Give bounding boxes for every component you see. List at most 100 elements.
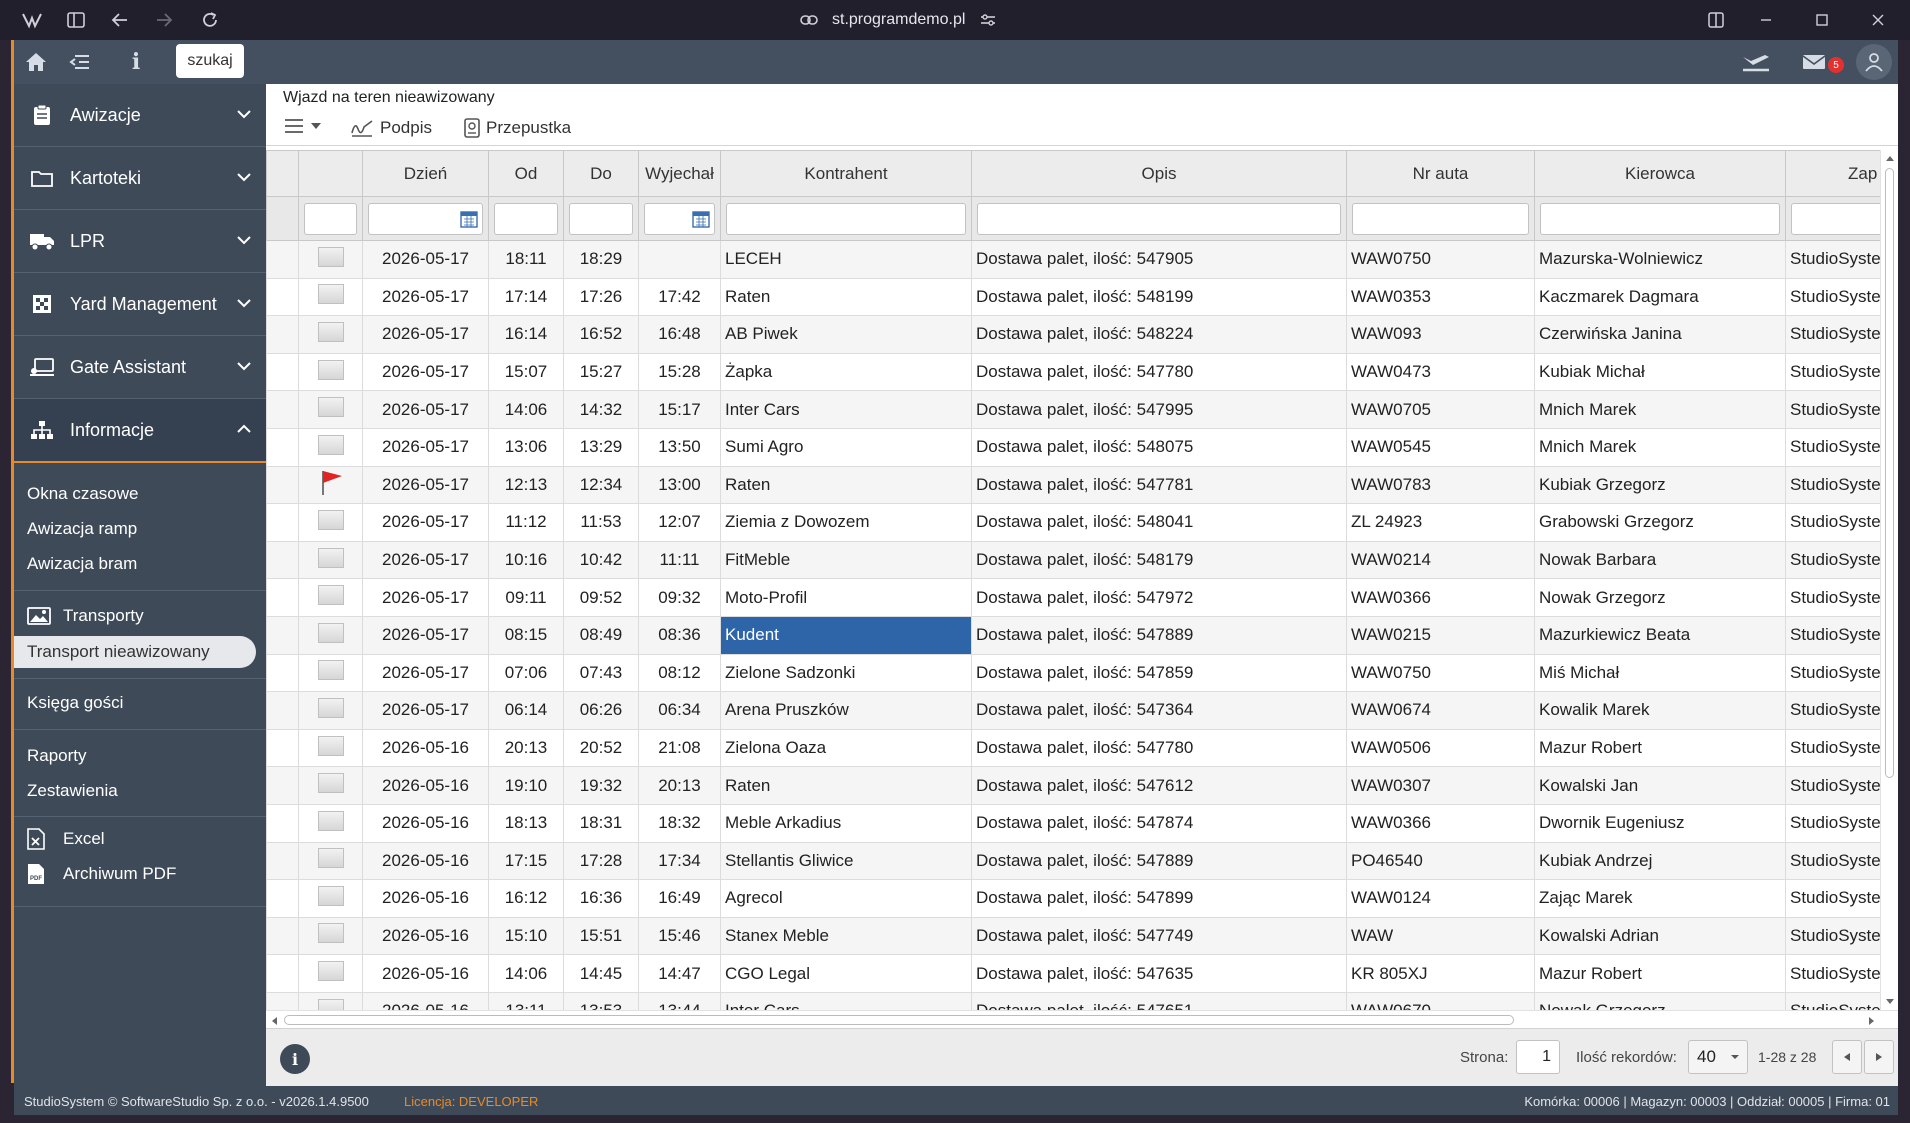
- filter-opis-input[interactable]: [977, 202, 1341, 235]
- cell-od[interactable]: 17:15: [488, 841, 564, 881]
- row-marker[interactable]: [317, 961, 344, 982]
- cell-wyjechal[interactable]: [638, 240, 721, 279]
- cell-dzien[interactable]: 2026-05-16: [362, 728, 489, 768]
- cell-dzien[interactable]: 2026-05-17: [362, 315, 489, 354]
- cell-od[interactable]: 15:10: [488, 916, 564, 956]
- calendar-icon[interactable]: [692, 210, 710, 228]
- scroll-left-icon[interactable]: [270, 1016, 278, 1026]
- cell-wyjechal[interactable]: 11:11: [638, 540, 721, 580]
- cell-do[interactable]: 11:53: [563, 503, 639, 542]
- sidebar-item-zestawienia[interactable]: Zestawienia: [27, 781, 118, 801]
- cell-do[interactable]: 14:45: [563, 954, 639, 993]
- cell-wyjechal[interactable]: 21:08: [638, 728, 721, 768]
- cell-dzien[interactable]: 2026-05-17: [362, 240, 489, 279]
- cell-flag[interactable]: [298, 653, 363, 693]
- cell-flag[interactable]: [298, 916, 363, 956]
- cell-zap[interactable]: StudioSystem: [1785, 315, 1880, 354]
- sidebar-item-ksiega-gosci[interactable]: Księga gości: [27, 693, 123, 713]
- row-marker[interactable]: [317, 773, 344, 794]
- cell-kontrahent[interactable]: FitMeble: [720, 540, 972, 580]
- filter-kontrahent-input[interactable]: [726, 202, 966, 235]
- cell-zap[interactable]: StudioSystem: [1785, 427, 1880, 467]
- przepustka-button[interactable]: Przepustka: [464, 118, 571, 138]
- table-row[interactable]: 2026-05-16 17:15 17:28 17:34 Stellantis Gliw…: [266, 841, 1880, 881]
- cell-nr-auta[interactable]: WAW0750: [1346, 653, 1535, 693]
- cell-wyjechal[interactable]: 06:34: [638, 691, 721, 730]
- minimize-icon[interactable]: [1752, 0, 1780, 40]
- cell-opis[interactable]: Dostawa palet, ilość: 547780: [971, 352, 1347, 392]
- cell-flag[interactable]: [298, 427, 363, 467]
- cell-kierowca[interactable]: Mazurkiewicz Beata: [1534, 615, 1786, 655]
- table-row[interactable]: 2026-05-16 15:10 15:51 15:46 Stanex Meble Dos…: [266, 916, 1880, 956]
- filter-nr-auta-input[interactable]: [1352, 202, 1529, 235]
- column-header-kierowca[interactable]: Kierowca: [1534, 150, 1786, 197]
- cell-od[interactable]: 18:11: [488, 240, 564, 279]
- close-window-icon[interactable]: [1864, 0, 1892, 40]
- cell-zap[interactable]: StudioSystem: [1785, 841, 1880, 881]
- cell-flag[interactable]: [298, 503, 363, 542]
- cell-dzien[interactable]: 2026-05-17: [362, 390, 489, 429]
- cell-dzien[interactable]: 2026-05-17: [362, 653, 489, 693]
- cell-do[interactable]: 20:52: [563, 728, 639, 768]
- address-bar[interactable]: st.programdemo.pl: [800, 6, 1040, 34]
- table-row[interactable]: 2026-05-16 16:12 16:36 16:49 Agrecol Dostawa …: [266, 879, 1880, 918]
- sidebar-item-awizacja-bram[interactable]: Awizacja bram: [27, 554, 137, 574]
- cell-flag[interactable]: [298, 841, 363, 881]
- cell-od[interactable]: 14:06: [488, 954, 564, 993]
- cell-wyjechal[interactable]: 18:32: [638, 803, 721, 843]
- sidebar-item-raporty[interactable]: Raporty: [27, 746, 87, 766]
- column-header-flag[interactable]: [298, 150, 363, 197]
- cell-zap[interactable]: StudioSystem: [1785, 691, 1880, 730]
- cell-dzien[interactable]: 2026-05-16: [362, 916, 489, 956]
- cell-nr-auta[interactable]: WAW0353: [1346, 277, 1535, 317]
- cell-zap[interactable]: StudioSystem: [1785, 465, 1880, 505]
- table-row[interactable]: 2026-05-16 18:13 18:31 18:32 Meble Arkadius D…: [266, 803, 1880, 843]
- filter-od-input[interactable]: [494, 202, 558, 235]
- cell-opis[interactable]: Dostawa palet, ilość: 547972: [971, 578, 1347, 617]
- cell-opis[interactable]: Dostawa palet, ilość: 547364: [971, 691, 1347, 730]
- cell-nr-auta[interactable]: WAW0705: [1346, 390, 1535, 429]
- cell-do[interactable]: 10:42: [563, 540, 639, 580]
- table-row[interactable]: 2026-05-17 15:07 15:27 15:28 Żapka Dostawa pa…: [266, 352, 1880, 392]
- grid-menu-button[interactable]: [284, 118, 322, 134]
- column-header-do[interactable]: Do: [563, 150, 639, 197]
- cell-kierowca[interactable]: Dwornik Eugeniusz: [1534, 803, 1786, 843]
- cell-flag[interactable]: [298, 390, 363, 429]
- cell-wyjechal[interactable]: 13:44: [638, 991, 721, 1010]
- filter-zap-input[interactable]: [1791, 202, 1880, 235]
- filter-do-input[interactable]: [569, 202, 633, 235]
- sidebar-item-transport-nieawizowany[interactable]: Transport nieawizowany: [14, 636, 256, 668]
- nav-section-informacje[interactable]: Informacje: [14, 399, 266, 461]
- cell-kierowca[interactable]: Kowalski Adrian: [1534, 916, 1786, 956]
- sidebar-item-archiwum-pdf[interactable]: PDF Archiwum PDF: [27, 863, 176, 885]
- calendar-icon[interactable]: [460, 210, 478, 228]
- cell-nr-auta[interactable]: WAW0783: [1346, 465, 1535, 505]
- info-icon[interactable]: i: [124, 40, 148, 84]
- table-row[interactable]: 2026-05-17 17:14 17:26 17:42 Raten Dostawa pa…: [266, 277, 1880, 317]
- reload-icon[interactable]: [196, 0, 224, 40]
- table-row[interactable]: 2026-05-17 12:13 12:34 13:00 Raten Dostawa pa…: [266, 465, 1880, 505]
- cell-kierowca[interactable]: Zając Marek: [1534, 879, 1786, 918]
- table-row[interactable]: 2026-05-17 16:14 16:52 16:48 AB Piwek Dostawa…: [266, 315, 1880, 354]
- cell-od[interactable]: 13:11: [488, 991, 564, 1010]
- column-header-zap[interactable]: Zap: [1785, 150, 1880, 197]
- cell-flag[interactable]: [298, 615, 363, 655]
- cell-nr-auta[interactable]: KR 805XJ: [1346, 954, 1535, 993]
- cell-do[interactable]: 17:26: [563, 277, 639, 317]
- cell-do[interactable]: 13:53: [563, 991, 639, 1010]
- cell-wyjechal[interactable]: 17:34: [638, 841, 721, 881]
- cell-do[interactable]: 06:26: [563, 691, 639, 730]
- cell-nr-auta[interactable]: WAW0214: [1346, 540, 1535, 580]
- cell-kontrahent[interactable]: Żapka: [720, 352, 972, 392]
- cell-kierowca[interactable]: Mazurska-Wolniewicz: [1534, 240, 1786, 279]
- cell-opis[interactable]: Dostawa palet, ilość: 547781: [971, 465, 1347, 505]
- cell-kontrahent[interactable]: CGO Legal: [720, 954, 972, 993]
- cell-kierowca[interactable]: Nowak Barbara: [1534, 540, 1786, 580]
- cell-flag[interactable]: [298, 954, 363, 993]
- nav-section-kartoteki[interactable]: Kartoteki: [14, 147, 266, 209]
- cell-kierowca[interactable]: Kaczmarek Dagmara: [1534, 277, 1786, 317]
- cell-nr-auta[interactable]: PO46540: [1346, 841, 1535, 881]
- cell-od[interactable]: 09:11: [488, 578, 564, 617]
- cell-od[interactable]: 16:14: [488, 315, 564, 354]
- cell-opis[interactable]: Dostawa palet, ilość: 547995: [971, 390, 1347, 429]
